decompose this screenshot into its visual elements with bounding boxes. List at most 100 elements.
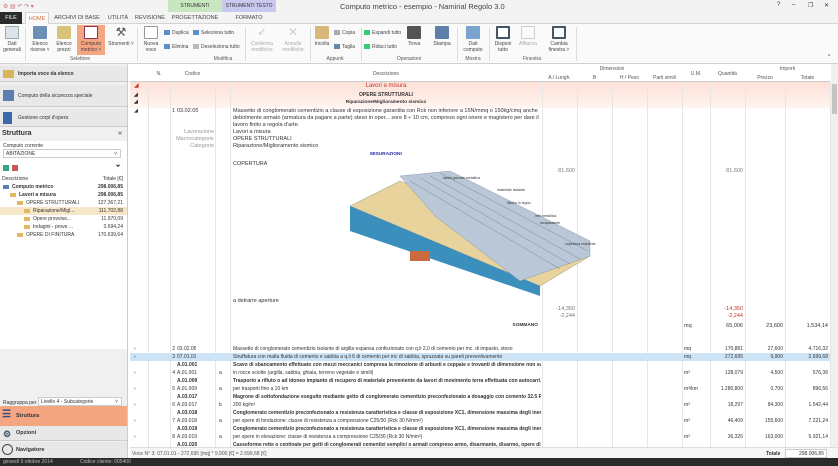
item-code: A.03.018: [177, 410, 198, 416]
collapse-tree-icon[interactable]: [12, 165, 18, 171]
tab-formato[interactable]: FORMATO: [222, 12, 276, 24]
tree-item[interactable]: Indagini - prove ... 3.694,24: [0, 223, 127, 231]
group-row-riparazione[interactable]: ◢ Riparazione/Miglioramento sismico: [130, 99, 830, 107]
price-list-heading-row[interactable]: A.03.019 Conglomerato cementizio preconfe…: [130, 425, 830, 433]
expand-icon[interactable]: ◢: [134, 91, 138, 99]
quick-access-toolbar[interactable]: ⚙ ▤ ↶ ↷ ▾: [3, 3, 39, 10]
item-row[interactable]: › 4 A.01.001 a in rocce sciolte (argilla, sa…: [130, 369, 830, 377]
stampa-button[interactable]: Stampa: [431, 26, 453, 47]
tab-archivi-di-base[interactable]: ARCHIVI DI BASE: [52, 12, 102, 24]
nuova-voce-button[interactable]: Nuova voce: [141, 26, 161, 53]
selected-item-summary: Voce N° 3: 07.01.01 - 272,695 [mq] * 9,9…: [132, 451, 267, 457]
group-row-lavori[interactable]: ◢ Lavori a misura: [130, 82, 830, 90]
elenco-risorse-button[interactable]: Elenco risorse ˅: [29, 26, 51, 53]
item-row[interactable]: › 5 A.01.009 a per trasporti fino a 10 km m³/…: [130, 385, 830, 393]
deseleziona-tutto-button[interactable]: Deseleziona tutto: [193, 44, 240, 50]
elenco-prezzi-button[interactable]: Elenco prezzi: [53, 26, 75, 53]
tab-file[interactable]: FILE: [0, 12, 22, 24]
item-sub: a: [219, 370, 222, 376]
importa-voce-button[interactable]: Importa voce da elenco: [0, 66, 127, 82]
nav-struttura[interactable]: ☰ Struttura: [0, 406, 127, 426]
seleziona-tutto-button[interactable]: Seleziona tutto: [193, 30, 234, 36]
item-row[interactable]: › 8 A.03.019 a per opere in elevazione: clas…: [130, 433, 830, 441]
group-label: Lavori a misura: [365, 83, 407, 89]
trova-button[interactable]: Trova: [405, 26, 423, 47]
totale-label: Totale: [766, 451, 781, 457]
dati-computo-button[interactable]: Dati computo: [460, 26, 486, 53]
item-n: 1: [171, 108, 175, 114]
raggruppa-select[interactable]: Livello 4 - Subcategorie ˅: [38, 397, 122, 406]
expand-tree-icon[interactable]: [3, 165, 9, 171]
label: Trova: [407, 41, 421, 47]
elimina-button[interactable]: Elimina: [164, 44, 188, 50]
label: Conferma modifiche: [251, 41, 273, 53]
scrollbar-thumb[interactable]: [832, 84, 837, 114]
item-row[interactable]: › 3 07.01.01 Struffatura con malta fluida d…: [130, 353, 830, 361]
item-row[interactable]: › 2 03.02.05 Massetto di conglomerato cemen…: [130, 345, 830, 353]
item-price: 27,600: [767, 346, 783, 352]
select-all-icon: [193, 30, 199, 36]
copia-button[interactable]: Copia: [334, 30, 355, 36]
restore-button[interactable]: ❐: [808, 2, 813, 9]
tab-utilita[interactable]: UTILITÀ: [104, 12, 132, 24]
expand-icon[interactable]: ›: [134, 401, 136, 409]
tree-item[interactable]: Lavori a misura 298.006,85: [0, 191, 127, 199]
tab-home[interactable]: HOME: [25, 12, 49, 24]
item-row[interactable]: › 7 A.03.018 a per opere di fondazione: clas…: [130, 417, 830, 425]
lavorazione-label: Lavorazione: [184, 129, 214, 135]
tree-item[interactable]: OPERE STRUTTURALI 127.367,21: [0, 199, 127, 207]
strumenti-button[interactable]: ⚒ Strumenti ˅: [108, 26, 134, 48]
minimize-button[interactable]: –: [792, 2, 795, 8]
header-importi: Importi: [779, 66, 796, 72]
tree-item[interactable]: Riparazione/Migl... 111.702,88: [0, 207, 127, 215]
price-list-heading-row[interactable]: A.03.018 Conglomerato cementizio preconfe…: [130, 409, 830, 417]
expand-icon[interactable]: ›: [134, 417, 136, 425]
affianca-button[interactable]: Affianca: [516, 26, 540, 47]
nav-opzioni[interactable]: ⚙ Opzioni: [0, 426, 127, 441]
tab-revisione[interactable]: REVISIONE: [134, 12, 166, 24]
computo-grid: N. Codice Descrizione Dimensioni A / Lun…: [130, 64, 838, 448]
tree-item[interactable]: Opere provviso... 11.970,09: [0, 215, 127, 223]
item-sub: a: [219, 434, 222, 440]
incolla-button[interactable]: Incolla: [313, 26, 331, 47]
vertical-scrollbar[interactable]: [831, 64, 838, 447]
expand-icon[interactable]: ›: [134, 353, 136, 361]
item-desc: per opere in elevazione: classe di resis…: [233, 434, 423, 440]
gestione-corpi-button[interactable]: Gestione corpi d'opera: [0, 109, 127, 127]
collapse-ribbon-icon[interactable]: ^: [828, 54, 830, 60]
close-button[interactable]: ✕: [824, 2, 829, 9]
help-button[interactable]: ?: [777, 2, 780, 8]
price-list-heading-row[interactable]: A.03.017 Magrone di sottofondazione esegu…: [130, 393, 830, 401]
computo-metrico-button[interactable]: Computo metrico ˅: [77, 25, 105, 55]
duplica-button[interactable]: Duplica: [164, 30, 189, 36]
expand-icon[interactable]: ◢: [134, 108, 138, 114]
expand-icon[interactable]: ›: [134, 385, 136, 393]
dati-generali-button[interactable]: Dati generali: [2, 26, 22, 53]
computo-sicurezza-button[interactable]: Computo della sicurezza speciale: [0, 85, 127, 107]
filter-icon[interactable]: ⏷: [115, 163, 121, 171]
collapse-panel-button[interactable]: «: [118, 130, 122, 137]
annulla-modifiche-button[interactable]: ✕ Annulla modifiche: [279, 26, 307, 54]
item-row-1[interactable]: ◢ 1 03.02.05 Massetto di conglomerato ce…: [130, 108, 830, 340]
tree-item[interactable]: OPERE DI FINITURA 170.639,64: [0, 231, 127, 239]
nav-navigatore[interactable]: Navigatore: [0, 442, 127, 458]
label: Computo della sicurezza speciale: [18, 93, 93, 99]
conferma-modifiche-button[interactable]: ✓ Conferma modifiche: [248, 26, 276, 54]
price-list-heading-row[interactable]: A.01.009 Trasporto a rifiuto o ad idoneo …: [130, 377, 830, 385]
expand-icon[interactable]: ›: [134, 433, 136, 441]
espandi-tutto-button[interactable]: Espandi tutto: [364, 30, 401, 36]
item-row[interactable]: › 6 A.03.017 b 200 kg/m³ m³ 18,297 84,300 1.542,…: [130, 401, 830, 409]
tab-progettazione[interactable]: PROGETTAZIONE: [168, 12, 222, 24]
price-list-heading-row[interactable]: A.01.001 Scavo di sbancamento effettuato …: [130, 361, 830, 369]
expand-icon[interactable]: ›: [134, 369, 136, 377]
cambia-finestra-button[interactable]: Cambia finestra ˅: [546, 26, 572, 53]
taglia-button[interactable]: Taglia: [334, 44, 355, 50]
expand-icon[interactable]: ◢: [134, 82, 139, 90]
computo-corrente-select[interactable]: ABITAZIONE ˅: [3, 149, 121, 158]
group-row-opere[interactable]: ◢ OPERE STRUTTURALI: [130, 91, 830, 99]
expand-icon[interactable]: ›: [134, 345, 136, 353]
disponi-tutto-button[interactable]: Disponi tutto: [492, 26, 514, 53]
tree-item[interactable]: Computo metrico 298.006,85: [0, 183, 127, 191]
expand-icon[interactable]: ◢: [134, 99, 138, 107]
riduci-tutto-button[interactable]: Riduci tutto: [364, 44, 397, 50]
